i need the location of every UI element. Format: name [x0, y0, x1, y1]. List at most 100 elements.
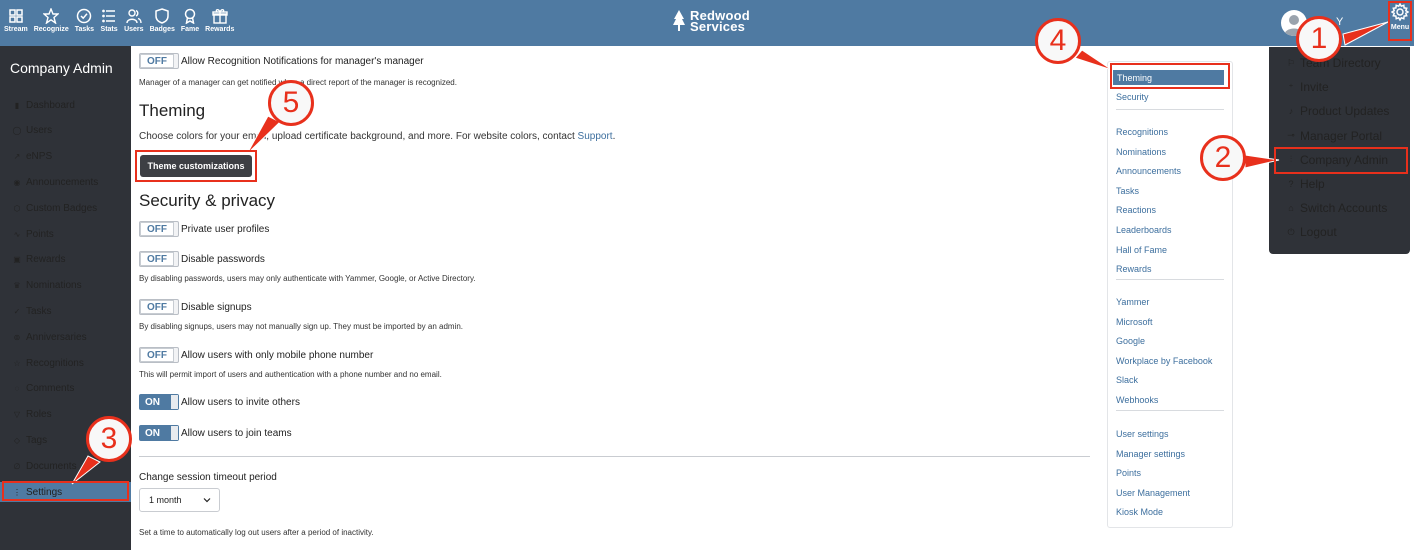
session-timeout-label: Change session timeout period — [139, 472, 277, 483]
disable-signups-help: By disabling signups, users may not manu… — [139, 322, 464, 331]
sidebar-item-custom-badges[interactable]: ⬡ Custom Badges — [0, 198, 131, 218]
filter-icon: ▽ — [13, 410, 21, 420]
nav-badges[interactable]: Badges — [150, 8, 175, 33]
sidebar-item-recognitions[interactable]: ☆ Recognitions — [0, 353, 131, 373]
theme-customizations-button[interactable]: Theme customizations — [140, 155, 252, 177]
comment-icon: ◌ — [14, 384, 20, 394]
nav-fame[interactable]: Fame — [181, 8, 199, 33]
sidebar-item-roles[interactable]: ▽ Roles — [0, 405, 131, 425]
sidebar-item-announcements[interactable]: ◉ Announcements — [0, 172, 131, 192]
nav-recognize[interactable]: Recognize — [34, 8, 69, 33]
sidebar-item-tasks[interactable]: ✓ Tasks — [0, 301, 131, 321]
settings-nav-points[interactable]: Points — [1116, 468, 1141, 478]
nav-label: Tasks — [74, 26, 95, 33]
mobile-only-label: Allow users with only mobile phone numbe… — [181, 350, 374, 361]
sidebar-item-users[interactable]: ◯ Users — [0, 121, 131, 141]
sidebar-item-anniversaries[interactable]: ⊚ Anniversaries — [0, 327, 131, 347]
sidebar-item-points[interactable]: ∿ Points — [0, 224, 131, 244]
menu-item-company-admin[interactable]: ⫶ Company Admin — [1286, 153, 1388, 167]
menu-item-help[interactable]: ? Help — [1286, 177, 1324, 191]
settings-nav-google[interactable]: Google — [1116, 336, 1145, 346]
sidebar-item-tags[interactable]: ◇ Tags — [0, 430, 131, 450]
brand-logo[interactable]: Redwood Services — [672, 9, 750, 33]
sidebar-item-comments[interactable]: ◌ Comments — [0, 379, 131, 399]
menu-item-team-directory[interactable]: ⚐ Team Directory — [1286, 56, 1381, 70]
theming-description: Choose colors for your email, upload cer… — [139, 131, 615, 142]
nav-users[interactable]: Users — [124, 8, 144, 33]
session-timeout-help: Set a time to automatically log out user… — [139, 528, 374, 537]
avatar[interactable] — [1281, 10, 1307, 36]
manager-notify-toggle[interactable]: OFF — [139, 53, 179, 69]
menu-item-logout[interactable]: ⏻ Logout — [1286, 225, 1336, 239]
manager-notify-label: Allow Recognition Notifications for mana… — [181, 56, 424, 67]
theming-desc-text: Choose colors for your email, upload cer… — [139, 131, 578, 142]
menu-button[interactable]: Menu — [1388, 3, 1412, 41]
star-icon — [42, 8, 60, 24]
nav-label: Badges — [149, 26, 175, 33]
tree-icon — [673, 10, 685, 31]
trend-icon: ↗ — [13, 152, 21, 162]
settings-nav-nominations[interactable]: Nominations — [1116, 147, 1166, 157]
tag-icon: ◇ — [13, 435, 21, 445]
support-link[interactable]: Support — [578, 131, 613, 142]
settings-nav-user-management[interactable]: User Management — [1116, 488, 1190, 498]
sidebar-item-label: eNPS — [26, 151, 53, 163]
join-teams-toggle[interactable]: ON — [139, 425, 179, 441]
bell-icon: ♪ — [1288, 106, 1294, 117]
sidebar-item-label: Custom Badges — [26, 202, 98, 214]
menu-item-manager-portal[interactable]: ⊸ Manager Portal — [1286, 129, 1382, 143]
settings-nav-leaderboards[interactable]: Leaderboards — [1116, 225, 1172, 235]
nav-tasks[interactable]: Tasks — [75, 8, 94, 33]
commit-icon: ⊸ — [1287, 130, 1295, 141]
nav-stream[interactable]: Stream — [4, 8, 28, 33]
mobile-only-toggle[interactable]: OFF — [139, 347, 179, 363]
check-circle-icon: ✓ — [13, 306, 21, 316]
menu-item-switch-accounts[interactable]: ⌂ Switch Accounts — [1286, 201, 1387, 215]
user-avatar-icon — [1284, 15, 1304, 36]
activity-icon: ∿ — [13, 229, 21, 239]
toggle-state: ON — [140, 426, 171, 440]
settings-nav-announcements[interactable]: Announcements — [1116, 166, 1181, 176]
private-profiles-toggle[interactable]: OFF — [139, 221, 179, 237]
invite-others-label: Allow users to invite others — [181, 397, 300, 408]
settings-nav-user-settings[interactable]: User settings — [1116, 429, 1169, 439]
nav-stats[interactable]: Stats — [100, 8, 118, 33]
join-teams-label: Allow users to join teams — [181, 428, 292, 439]
disable-passwords-toggle[interactable]: OFF — [139, 251, 179, 267]
settings-nav-recognitions[interactable]: Recognitions — [1116, 127, 1168, 137]
session-timeout-select[interactable]: 1 month — [139, 488, 220, 512]
nav-label: Stream — [4, 26, 28, 33]
nav-label: Rewards — [205, 26, 235, 33]
settings-nav-kiosk-mode[interactable]: Kiosk Mode — [1116, 507, 1163, 517]
disable-signups-toggle[interactable]: OFF — [139, 299, 179, 315]
sidebar-item-enps[interactable]: ↗ eNPS — [0, 147, 131, 167]
dashboard-icon: ▮ — [14, 100, 20, 110]
sidebar-item-label: Users — [26, 125, 53, 137]
sidebar-item-dashboard[interactable]: ▮ Dashboard — [0, 95, 131, 115]
settings-nav-workplace-by-facebook[interactable]: Workplace by Facebook — [1116, 356, 1212, 366]
settings-nav-reactions[interactable]: Reactions — [1116, 205, 1156, 215]
settings-nav-yammer[interactable]: Yammer — [1116, 297, 1149, 307]
settings-nav-slack[interactable]: Slack — [1116, 375, 1138, 385]
section-divider — [139, 456, 1090, 457]
settings-nav-microsoft[interactable]: Microsoft — [1116, 317, 1153, 327]
settings-nav-manager-settings[interactable]: Manager settings — [1116, 449, 1185, 459]
menu-item-product-updates[interactable]: ♪ Product Updates — [1286, 104, 1390, 118]
settings-nav-tasks[interactable]: Tasks — [1116, 186, 1139, 196]
user-name[interactable]: Y — [1336, 16, 1343, 28]
menu-item-invite[interactable]: ⁺ Invite — [1286, 80, 1329, 94]
gear-icon — [1391, 3, 1409, 21]
settings-nav-hall-of-fame[interactable]: Hall of Fame — [1116, 245, 1167, 255]
sliders-icon: ⫶ — [1289, 154, 1293, 165]
sidebar-item-settings[interactable]: ⋮ Settings — [0, 482, 131, 502]
nav-rewards[interactable]: Rewards — [205, 8, 234, 33]
invite-others-toggle[interactable]: ON — [139, 394, 179, 410]
sidebar-item-rewards[interactable]: ▣ Rewards — [0, 250, 131, 270]
settings-nav-security[interactable]: Security — [1116, 92, 1149, 102]
nav-label: Recognize — [33, 26, 69, 33]
sidebar-item-nominations[interactable]: ♛ Nominations — [0, 276, 131, 296]
settings-nav-webhooks[interactable]: Webhooks — [1116, 395, 1158, 405]
sidebar-item-documents[interactable]: ∅ Documents — [0, 456, 131, 476]
settings-nav-rewards[interactable]: Rewards — [1116, 264, 1152, 274]
settings-nav-theming[interactable]: Theming — [1113, 70, 1224, 85]
